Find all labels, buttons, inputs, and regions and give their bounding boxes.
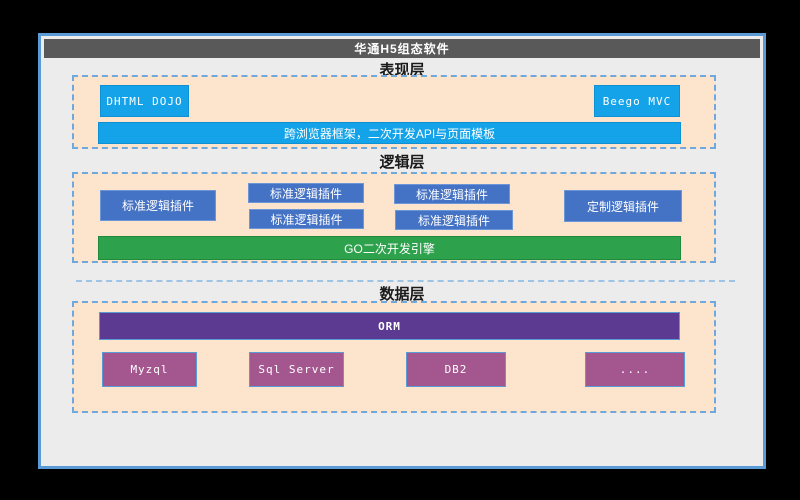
custom-plugin-box: 定制逻辑插件: [564, 190, 682, 222]
dhtml-dojo-box: DHTML DOJO: [100, 85, 189, 117]
diagram-window: 华通H5组态软件 表现层 DHTML DOJO Beego MVC 跨浏览器框架…: [38, 33, 766, 469]
orm-bar: ORM: [99, 312, 680, 340]
logic-layer-title: 逻辑层: [41, 151, 763, 172]
presentation-layer-container: DHTML DOJO Beego MVC 跨浏览器框架，二次开发API与页面模板: [72, 75, 716, 149]
standard-plugin-box-4: 标准逻辑插件: [395, 210, 513, 230]
browser-framework-bar: 跨浏览器框架，二次开发API与页面模板: [98, 122, 681, 144]
window-title-bar: 华通H5组态软件: [44, 39, 760, 58]
go-engine-bar: GO二次开发引擎: [98, 236, 681, 260]
window-title: 华通H5组态软件: [354, 40, 449, 57]
standard-plugin-box-left: 标准逻辑插件: [100, 190, 216, 221]
beego-mvc-box: Beego MVC: [594, 85, 680, 117]
db-box-db2: DB2: [406, 352, 506, 387]
standard-plugin-box-2: 标准逻辑插件: [249, 209, 364, 229]
standard-plugin-box-3: 标准逻辑插件: [394, 184, 510, 204]
data-layer-container: ORM Myzql Sql Server DB2 ....: [72, 301, 716, 413]
layer-separator-line: [76, 280, 735, 282]
standard-plugin-box-1: 标准逻辑插件: [248, 183, 364, 203]
db-box-mysql: Myzql: [102, 352, 197, 387]
db-box-sqlserver: Sql Server: [249, 352, 344, 387]
db-box-more: ....: [585, 352, 685, 387]
logic-layer-container: 标准逻辑插件 标准逻辑插件 标准逻辑插件 标准逻辑插件 标准逻辑插件 定制逻辑插…: [72, 172, 716, 263]
